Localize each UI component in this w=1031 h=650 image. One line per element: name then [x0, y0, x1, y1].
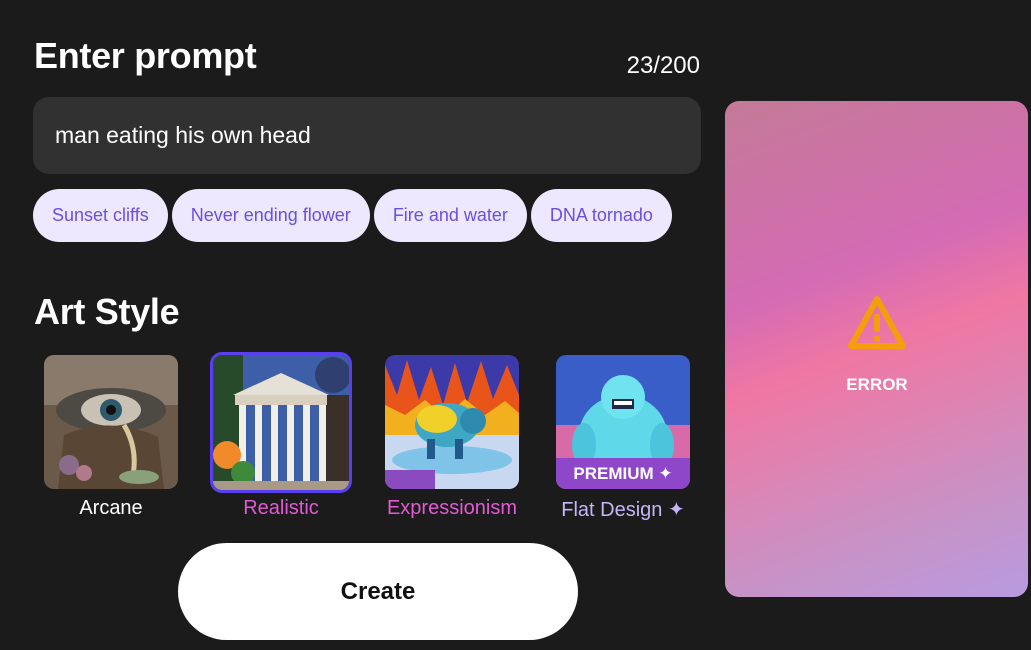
style-label-flat-design: Flat Design ✦: [561, 499, 685, 521]
arcane-thumbnail: [44, 355, 178, 489]
premium-badge: PREMIUM ✦: [556, 458, 690, 489]
art-style-title: Art Style: [34, 291, 180, 332]
create-button[interactable]: Create: [178, 543, 578, 640]
suggestion-chip-never-ending-flower[interactable]: Never ending flower: [171, 189, 370, 242]
warning-icon: [848, 296, 906, 349]
prompt-input[interactable]: [33, 97, 701, 174]
character-counter: 23/200: [626, 52, 700, 79]
style-label-expressionism: Expressionism: [386, 497, 518, 519]
style-option-flat-design[interactable]: PREMIUM ✦ Flat Design ✦: [538, 352, 708, 527]
style-option-arcane[interactable]: Arcane: [26, 352, 196, 527]
style-label-arcane: Arcane: [79, 497, 143, 519]
page: Enter prompt 23/200 Sunset cliffsNever e…: [0, 0, 1031, 650]
suggestion-chip-dna-tornado[interactable]: DNA tornado: [530, 189, 672, 242]
style-label-realistic: Realistic: [243, 497, 319, 519]
expressionism-thumbnail: [385, 355, 519, 489]
style-option-expressionism[interactable]: Expressionism: [367, 352, 537, 527]
suggestion-chips: Sunset cliffs Never ending flower Fire and…: [33, 189, 701, 243]
style-option-realistic[interactable]: Realistic: [196, 352, 366, 527]
prompt-title: Enter prompt: [34, 35, 257, 76]
realistic-thumbnail: [210, 352, 352, 493]
error-status-text: ERROR: [846, 375, 908, 394]
suggestion-chip-fire-and-water[interactable]: Fire and water: [373, 189, 527, 242]
suggestion-chip-sunset-cliffs[interactable]: Sunset cliffs: [33, 189, 168, 242]
flat-design-thumbnail: PREMIUM ✦: [556, 355, 690, 489]
